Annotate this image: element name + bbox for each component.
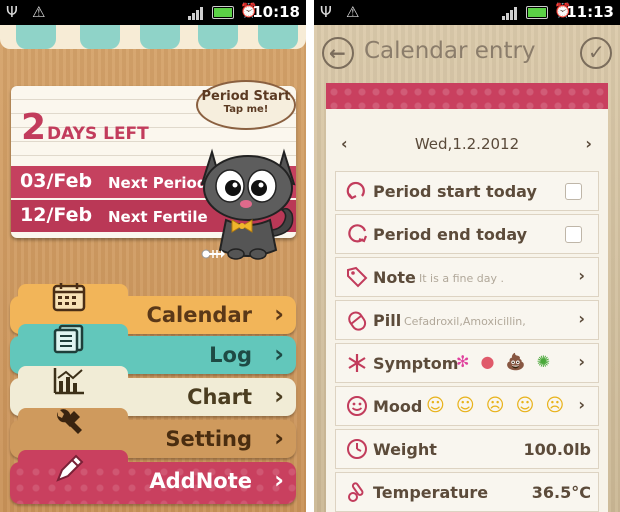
period-end-icon (348, 224, 368, 243)
asterisk-icon (348, 354, 366, 372)
chevron-right-icon: › (274, 424, 284, 452)
entry-label: Pill (373, 311, 402, 330)
note-preview: It is a fine day . (419, 272, 504, 285)
thermometer-icon (348, 482, 364, 502)
symptom-icon: ● (480, 352, 495, 371)
battery-icon (526, 6, 548, 19)
smiley-icon (347, 396, 367, 416)
entry-label: Mood (373, 397, 423, 416)
entry-weight[interactable]: Weight 100.0lb (335, 429, 599, 469)
mood-icon: ☺ (426, 395, 445, 416)
bubble-title: Period Start (201, 89, 291, 104)
period-start-icon (346, 181, 365, 200)
warning-icon: ⚠ (32, 3, 46, 21)
weight-value: 100.0lb (523, 440, 591, 459)
menu-label: Chart (187, 385, 252, 409)
chevron-right-icon: › (274, 300, 284, 328)
date-selector: ‹ Wed,1.2.2012 › (326, 131, 608, 159)
next-period-label: Next Period (108, 174, 208, 192)
entry-note[interactable]: Note It is a fine day . › (335, 257, 599, 297)
menu-addnote[interactable]: AddNote › (10, 450, 296, 504)
checkmark-icon: ✓ (588, 40, 605, 64)
entry-panel: ‹ Wed,1.2.2012 › Period start today Peri… (326, 109, 608, 512)
status-time: 11:13 (566, 3, 614, 21)
entry-label: Weight (373, 440, 437, 459)
pill-icon (348, 311, 367, 331)
mood-icon: ☺ (455, 395, 475, 416)
entry-pill[interactable]: Pill Cefadroxil,Amoxicillin, › (335, 300, 599, 340)
status-bar: Ψ ⚠ ⏰ 10:18 (0, 0, 306, 25)
chevron-right-icon: › (578, 352, 585, 371)
next-period-date: 03/Feb (20, 170, 93, 192)
next-date-button[interactable]: › (585, 134, 592, 153)
menu-label: Calendar (146, 303, 252, 327)
page-title: Calendar entry (364, 38, 536, 64)
menu-label: Log (209, 343, 252, 367)
calendar-entry-screen: Ψ ⚠ ⏰ 11:13 ← Calendar entry ✓ ‹ Wed,1.2… (314, 0, 620, 512)
next-fertile-label: Next Fertile (108, 208, 208, 226)
usb-icon: Ψ (6, 3, 18, 21)
symptom-icon: 💩 (505, 352, 526, 371)
period-end-checkbox[interactable] (565, 226, 582, 243)
chart-icon (53, 368, 84, 395)
chevron-right-icon: › (578, 309, 585, 328)
current-date: Wed,1.2.2012 (414, 135, 520, 153)
wrench-icon (57, 409, 82, 434)
days-left-label: DAYS LEFT (47, 124, 149, 144)
chevron-right-icon: › (274, 382, 284, 410)
awning (0, 25, 306, 51)
bubble-subtitle: Tap me! (223, 104, 269, 115)
chevron-right-icon: › (274, 340, 284, 368)
confirm-button[interactable]: ✓ (580, 37, 612, 69)
usb-icon: Ψ (320, 3, 332, 21)
mood-icon: ☹ (485, 395, 505, 416)
log-icon (53, 324, 84, 354)
mood-icon: ☺ (515, 395, 535, 416)
fish-bone-icon (201, 249, 225, 259)
header-bar: ← Calendar entry ✓ (314, 25, 620, 79)
entry-period-end[interactable]: Period end today (335, 214, 599, 254)
menu-label: Setting (165, 427, 252, 451)
chevron-right-icon: › (578, 266, 585, 285)
home-screen: Ψ ⚠ ⏰ 10:18 2 DAYS LEFT 03/Feb Next Peri… (0, 0, 306, 512)
back-arrow-icon: ← (329, 41, 346, 65)
status-bar: Ψ ⚠ ⏰ 11:13 (314, 0, 620, 25)
next-fertile-date: 12/Feb (20, 204, 93, 226)
tag-icon (347, 266, 368, 288)
entry-temperature[interactable]: Temperature 36.5°C (335, 472, 599, 512)
chevron-right-icon: › (274, 466, 284, 494)
entry-symptom[interactable]: Symptom ✻ ● 💩 ✺ › (335, 343, 599, 383)
symptom-icon: ✺ (536, 352, 550, 371)
pencil-icon (56, 454, 84, 482)
entry-period-start[interactable]: Period start today (335, 171, 599, 211)
entry-label: Symptom (373, 354, 459, 373)
period-start-bubble[interactable]: Period Start Tap me! (196, 80, 296, 130)
mood-icons: ☺ ☺ ☹ ☺ ☹ (426, 395, 570, 416)
menu-label: AddNote (149, 469, 252, 493)
entry-mood[interactable]: Mood ☺ ☺ ☹ ☺ ☹ › (335, 386, 599, 426)
temperature-value: 36.5°C (531, 483, 591, 502)
period-start-checkbox[interactable] (565, 183, 582, 200)
clock-icon (347, 439, 367, 459)
chevron-right-icon: › (578, 395, 585, 414)
battery-icon (212, 6, 234, 19)
entry-label: Period end today (373, 225, 528, 244)
symptom-icon: ✻ (456, 352, 470, 371)
entry-label: Period start today (373, 182, 537, 201)
entry-label: Temperature (373, 483, 489, 502)
signal-icon (502, 6, 520, 20)
warning-icon: ⚠ (346, 3, 360, 21)
mood-icon: ☹ (545, 395, 565, 416)
pill-preview: Cefadroxil,Amoxicillin, (404, 315, 526, 328)
entry-label: Note (373, 268, 416, 287)
back-button[interactable]: ← (322, 37, 354, 69)
status-time: 10:18 (252, 3, 300, 21)
cat-mascot (200, 148, 296, 260)
heart-pattern-band (326, 83, 608, 109)
signal-icon (188, 6, 206, 20)
symptom-icons: ✻ ● 💩 ✺ (456, 352, 556, 371)
calendar-icon (52, 283, 86, 312)
days-left-number: 2 (21, 107, 47, 148)
